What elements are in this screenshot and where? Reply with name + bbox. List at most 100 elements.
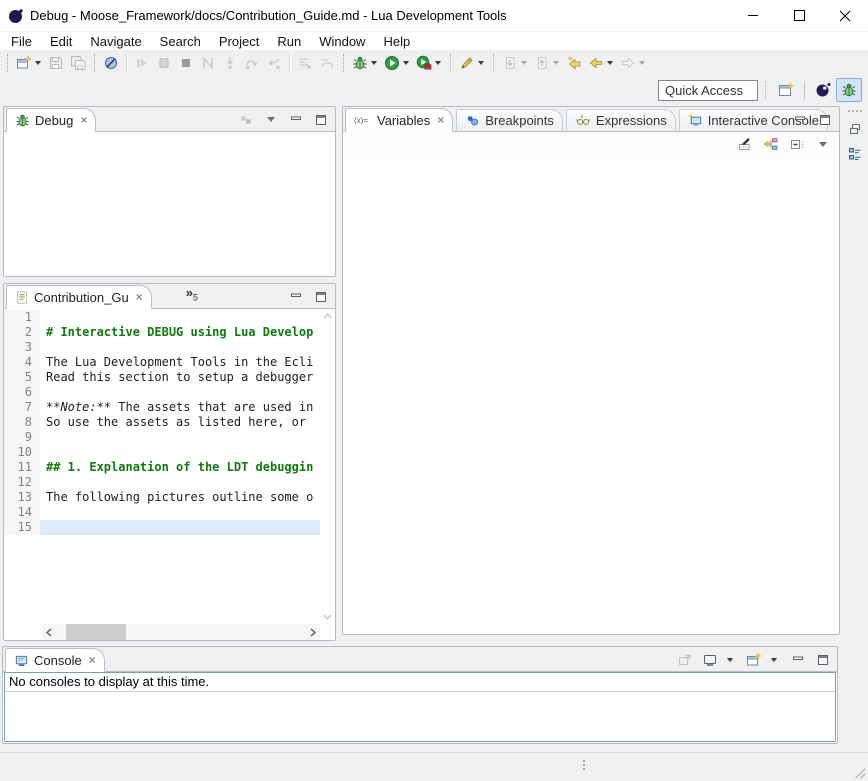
- tab-debug[interactable]: Debug ×: [6, 108, 96, 132]
- display-selected-console-button[interactable]: [702, 652, 718, 668]
- editor-line[interactable]: 15: [4, 520, 320, 535]
- lua-pen-dropdown[interactable]: [478, 61, 484, 65]
- show-type-names-button[interactable]: [737, 136, 753, 152]
- open-perspective-button[interactable]: [773, 78, 799, 102]
- menu-navigate[interactable]: Navigate: [81, 34, 150, 49]
- toolbar-grip[interactable]: [765, 81, 766, 99]
- editor-line[interactable]: 14: [4, 505, 320, 520]
- back-dropdown[interactable]: [607, 61, 613, 65]
- minimize-view-button[interactable]: [288, 289, 304, 305]
- editor-line[interactable]: 3: [4, 340, 320, 355]
- new-wizard-dropdown[interactable]: [35, 61, 41, 65]
- close-window-button[interactable]: [822, 0, 868, 32]
- show-logical-structures-button[interactable]: [763, 136, 779, 152]
- scroll-up-icon[interactable]: [323, 313, 332, 319]
- menu-window[interactable]: Window: [310, 34, 374, 49]
- maximize-view-button[interactable]: [313, 112, 329, 128]
- quick-access-field[interactable]: Quick Access: [658, 80, 758, 101]
- close-tab-icon[interactable]: ×: [80, 114, 87, 126]
- editor-line[interactable]: 12: [4, 475, 320, 490]
- editor-line[interactable]: 11## 1. Explanation of the LDT debuggin: [4, 460, 320, 475]
- tab-breakpoints[interactable]: Breakpoints: [456, 109, 563, 131]
- toolbar-grip[interactable]: [493, 54, 494, 72]
- minimize-view-button[interactable]: [288, 112, 304, 128]
- toolbar-grip[interactable]: [7, 54, 8, 72]
- open-console-dropdown[interactable]: [771, 658, 777, 662]
- minimize-view-button[interactable]: [792, 112, 808, 128]
- save-all-button[interactable]: [67, 52, 89, 74]
- scroll-right-icon[interactable]: [306, 624, 320, 640]
- toolbar-grip[interactable]: [94, 54, 95, 72]
- previous-annotation-button[interactable]: [531, 52, 553, 74]
- last-edit-location-button[interactable]: [563, 52, 585, 74]
- editor-horizontal-scrollbar[interactable]: [42, 624, 320, 640]
- back-button[interactable]: [585, 52, 607, 74]
- maximize-view-button[interactable]: [313, 289, 329, 305]
- menu-project[interactable]: Project: [210, 34, 268, 49]
- forward-dropdown[interactable]: [639, 61, 645, 65]
- toolbar-grip[interactable]: [450, 54, 451, 72]
- collapse-all-button[interactable]: [789, 136, 805, 152]
- resume-button[interactable]: [131, 52, 153, 74]
- pin-console-button[interactable]: [677, 652, 693, 668]
- terminate-button[interactable]: [175, 52, 197, 74]
- external-tools-dropdown[interactable]: [435, 61, 441, 65]
- menu-help[interactable]: Help: [374, 34, 419, 49]
- editor-vertical-scrollbar[interactable]: [320, 309, 335, 624]
- open-console-button[interactable]: [746, 652, 762, 668]
- step-return-button[interactable]: [263, 52, 285, 74]
- debug-button[interactable]: [349, 52, 371, 74]
- run-button[interactable]: [381, 52, 403, 74]
- run-dropdown[interactable]: [403, 61, 409, 65]
- forward-button[interactable]: [617, 52, 639, 74]
- editor-line[interactable]: 8So use the assets as listed here, or: [4, 415, 320, 430]
- step-over-button[interactable]: [241, 52, 263, 74]
- next-annotation-dropdown[interactable]: [521, 61, 527, 65]
- editor-line[interactable]: 2# Interactive DEBUG using Lua Develop: [4, 325, 320, 340]
- use-step-filters-button[interactable]: [294, 52, 316, 74]
- editor-line[interactable]: 5Read this section to setup a debugger: [4, 370, 320, 385]
- editor-line[interactable]: 7**Note:** The assets that are used in: [4, 400, 320, 415]
- debug-perspective-button[interactable]: [836, 78, 862, 102]
- tab-overflow-chevron[interactable]: »5: [186, 285, 198, 303]
- window-resize-grip[interactable]: [855, 768, 865, 778]
- restore-view-button[interactable]: [847, 121, 863, 137]
- tab-expressions[interactable]: x Expressions: [566, 109, 676, 131]
- step-filters-config-button[interactable]: [316, 52, 338, 74]
- save-button[interactable]: [45, 52, 67, 74]
- menu-search[interactable]: Search: [151, 34, 210, 49]
- close-tab-icon[interactable]: ×: [437, 114, 444, 126]
- maximize-view-button[interactable]: [815, 652, 831, 668]
- maximize-view-button[interactable]: [817, 112, 833, 128]
- toolbar-grip[interactable]: [343, 54, 344, 72]
- editor-content[interactable]: 12# Interactive DEBUG using Lua Develop3…: [4, 309, 335, 640]
- skip-all-breakpoints-button[interactable]: [100, 52, 122, 74]
- tab-contribution-guide[interactable]: Contribution_Gu ×: [6, 285, 152, 309]
- menu-file[interactable]: File: [2, 34, 41, 49]
- minimize-view-button[interactable]: [790, 652, 806, 668]
- external-tools-button[interactable]: [413, 52, 435, 74]
- maximize-window-button[interactable]: [776, 0, 822, 32]
- scroll-left-icon[interactable]: [42, 624, 56, 640]
- disconnect-button[interactable]: [197, 52, 219, 74]
- view-menu-button[interactable]: [263, 112, 279, 128]
- debug-dropdown[interactable]: [371, 61, 377, 65]
- remove-all-terminated-button[interactable]: [238, 112, 254, 128]
- previous-annotation-dropdown[interactable]: [553, 61, 559, 65]
- next-annotation-button[interactable]: [499, 52, 521, 74]
- editor-line[interactable]: 9: [4, 430, 320, 445]
- lua-perspective-button[interactable]: [810, 78, 836, 102]
- scrollbar-thumb[interactable]: [66, 624, 126, 640]
- scroll-down-icon[interactable]: [323, 614, 332, 620]
- menu-edit[interactable]: Edit: [41, 34, 81, 49]
- editor-line[interactable]: 1: [4, 310, 320, 325]
- display-console-dropdown[interactable]: [727, 658, 733, 662]
- status-drag-handle[interactable]: [583, 760, 585, 770]
- editor-line[interactable]: 6: [4, 385, 320, 400]
- tab-variables[interactable]: (x)= Variables ×: [345, 108, 453, 132]
- tab-console[interactable]: Console ×: [5, 648, 105, 672]
- step-into-button[interactable]: [219, 52, 241, 74]
- editor-line[interactable]: 4The Lua Development Tools in the Ecli: [4, 355, 320, 370]
- drag-handle[interactable]: [848, 110, 862, 112]
- new-wizard-button[interactable]: [13, 52, 35, 74]
